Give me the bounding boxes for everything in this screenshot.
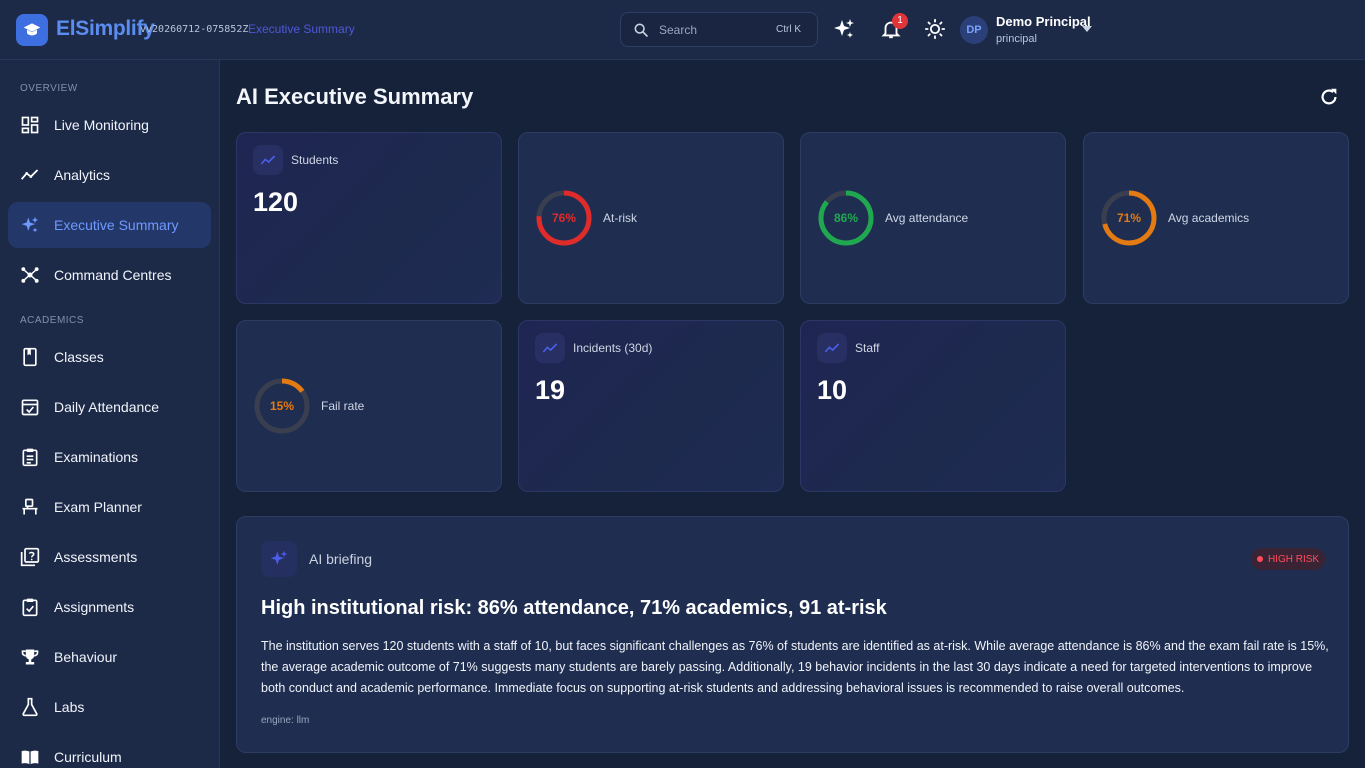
graduation-cap-logo-icon[interactable] [16, 14, 48, 46]
page-title: AI Executive Summary [236, 84, 474, 109]
trend-icon [817, 333, 847, 363]
stat-label: Incidents (30d) [573, 341, 653, 355]
search-shortcut: Ctrl K [776, 24, 801, 35]
stat-value: 10 [817, 375, 848, 405]
sidebar-item-label: Assessments [54, 549, 138, 565]
sidebar: OVERVIEW Live Monitoring Analytics Execu… [0, 60, 220, 768]
desk-icon [22, 498, 38, 515]
sidebar-item-label: Behaviour [54, 649, 118, 665]
sparkle-icon [21, 216, 39, 233]
clipboard-list-icon [22, 448, 38, 467]
sidebar-item-command-centres[interactable]: Command Centres [8, 252, 211, 298]
sidebar-item-label: Exam Planner [54, 499, 142, 515]
sidebar-section-academics: ACADEMICS [20, 315, 84, 326]
briefing-headline: High institutional risk: 86% attendance,… [261, 597, 887, 619]
sidebar-item-assignments[interactable]: Assignments [8, 584, 211, 630]
sparkle-icon [834, 19, 854, 38]
sidebar-item-examinations[interactable]: Examinations [8, 434, 211, 480]
sidebar-item-label: Examinations [54, 449, 139, 465]
ring-percent: 71% [1116, 211, 1142, 225]
refresh-icon [1321, 88, 1337, 105]
question-box-icon [20, 547, 40, 567]
avatar[interactable]: DP [960, 16, 988, 44]
ring-label: Avg attendance [885, 211, 969, 225]
stat-label: Students [291, 153, 339, 167]
ring-label: Avg academics [1168, 211, 1250, 225]
hub-icon [21, 267, 39, 283]
ring-percent: 15% [269, 399, 295, 413]
briefing-label: AI briefing [309, 551, 373, 567]
ai-briefing-panel: AI briefing HIGH RISK High institutional… [236, 516, 1349, 753]
ring-label: At-risk [603, 211, 637, 225]
sidebar-item-exam-planner[interactable]: Exam Planner [8, 484, 211, 530]
sidebar-item-labs[interactable]: Labs [8, 684, 211, 730]
ai-sparkle-button[interactable] [831, 16, 857, 42]
search-icon [634, 23, 648, 37]
briefing-body: The institution serves 120 students with… [261, 639, 1329, 695]
sidebar-item-executive-summary[interactable]: Executive Summary [8, 202, 211, 248]
notification-badge: 1 [892, 13, 908, 29]
breadcrumb: Executive Summary [248, 22, 355, 36]
ring-card-at-risk: 76% At-risk [518, 132, 784, 304]
clipboard-check-icon [22, 598, 38, 617]
sun-icon [924, 18, 946, 40]
progress-ring: 76% [535, 189, 593, 247]
engine-label: engine: llm [261, 715, 310, 726]
search-placeholder: Search [659, 23, 698, 37]
sidebar-item-label: Live Monitoring [54, 117, 149, 133]
trend-icon [253, 145, 283, 175]
sidebar-item-behaviour[interactable]: Behaviour [8, 634, 211, 680]
risk-label: HIGH RISK [1267, 553, 1320, 565]
sidebar-item-analytics[interactable]: Analytics [8, 152, 211, 198]
ring-card-avg-attendance: 86% Avg attendance [800, 132, 1066, 304]
sidebar-item-label: Curriculum [54, 749, 122, 765]
sidebar-item-live-monitoring[interactable]: Live Monitoring [8, 102, 211, 148]
refresh-button[interactable] [1318, 86, 1340, 108]
sidebar-item-classes[interactable]: Classes [8, 334, 211, 380]
open-book-icon [21, 750, 39, 765]
search-box[interactable]: Search Ctrl K [620, 12, 818, 47]
book-icon [23, 347, 37, 367]
trend-icon [535, 333, 565, 363]
ring-card-fail-rate: 15% Fail rate [236, 320, 502, 492]
ring-label: Fail rate [321, 399, 365, 413]
sparkle-icon [261, 541, 297, 577]
ring-percent: 86% [833, 211, 859, 225]
sidebar-section-overview: OVERVIEW [20, 83, 78, 94]
sidebar-item-curriculum[interactable]: Curriculum [8, 734, 211, 768]
chevron-down-icon[interactable] [1082, 26, 1092, 32]
sidebar-item-label: Classes [54, 349, 104, 365]
dashboard-icon [21, 116, 39, 134]
ring-card-avg-academics: 71% Avg academics [1083, 132, 1349, 304]
flask-icon [22, 697, 38, 717]
stat-card-students: Students 120 [236, 132, 502, 304]
stat-value: 19 [535, 375, 566, 405]
stat-label: Staff [855, 341, 880, 355]
sidebar-item-label: Command Centres [54, 267, 172, 283]
trend-icon [20, 169, 39, 180]
progress-ring: 86% [817, 189, 875, 247]
stat-value: 120 [253, 187, 299, 217]
sidebar-item-label: Assignments [54, 599, 135, 615]
calendar-check-icon [21, 399, 39, 416]
sidebar-item-assessments[interactable]: Assessments [8, 534, 211, 580]
progress-ring: 15% [253, 377, 311, 435]
user-role: principal [996, 33, 1037, 45]
user-name[interactable]: Demo Principal [996, 14, 1091, 29]
version-label: vv20260712-075852Z [140, 24, 249, 35]
theme-toggle-button[interactable] [922, 16, 948, 42]
risk-badge: HIGH RISK [1251, 548, 1325, 570]
ring-percent: 76% [551, 211, 577, 225]
sidebar-item-label: Executive Summary [54, 217, 179, 233]
sidebar-item-daily-attendance[interactable]: Daily Attendance [8, 384, 211, 430]
progress-ring: 71% [1100, 189, 1158, 247]
stat-card-incidents: Incidents (30d) 19 [518, 320, 784, 492]
sidebar-item-label: Daily Attendance [54, 399, 160, 415]
stat-card-staff: Staff 10 [800, 320, 1066, 492]
risk-dot [1256, 556, 1263, 562]
sidebar-item-label: Analytics [54, 167, 111, 183]
sidebar-item-label: Labs [54, 699, 85, 715]
top-bar: ElSimplify vv20260712-075852Z Executive … [0, 0, 1365, 60]
trophy-icon [21, 649, 39, 665]
